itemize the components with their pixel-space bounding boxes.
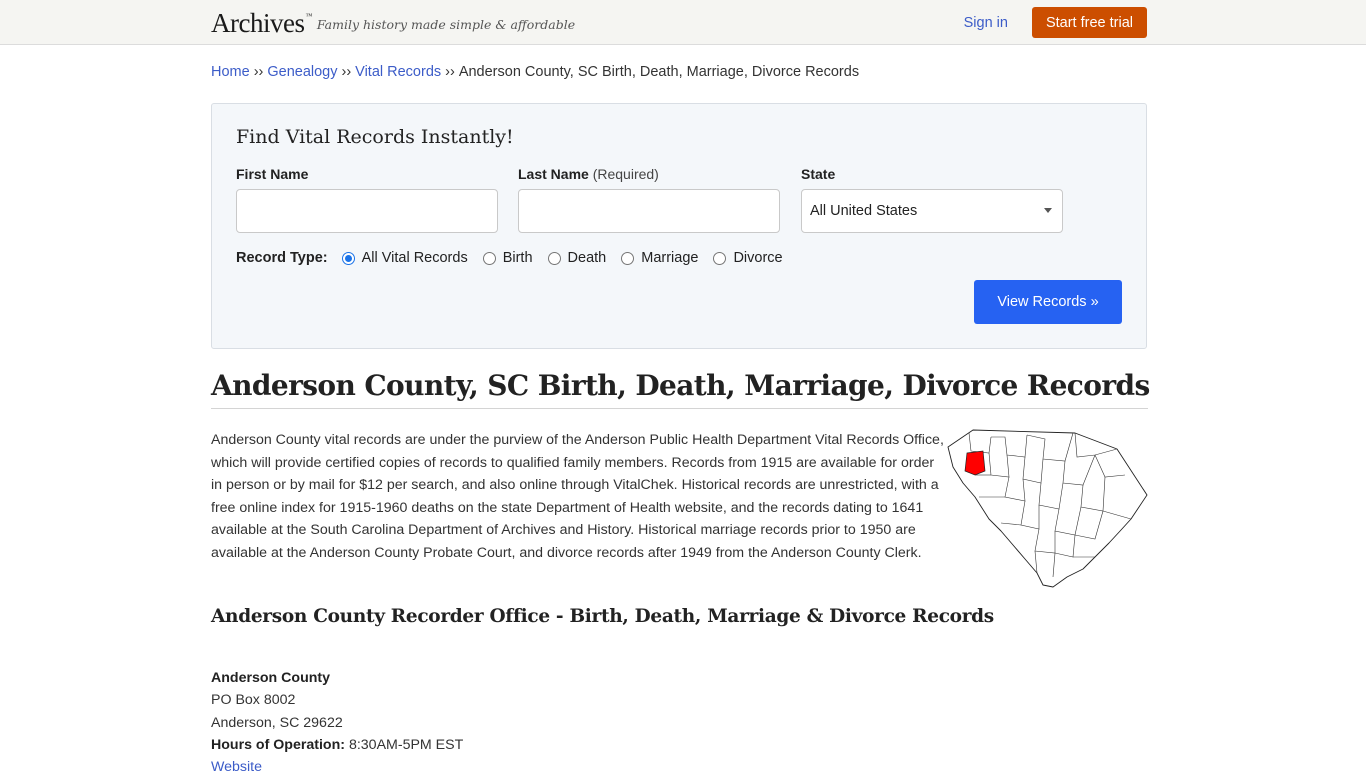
required-note: (Required): [592, 166, 659, 182]
first-name-input[interactable]: [236, 189, 498, 233]
search-title: Find Vital Records Instantly!: [236, 126, 514, 148]
radio-label: Divorce: [733, 250, 783, 266]
state-label: State: [801, 166, 836, 182]
radio-birth[interactable]: Birth: [482, 250, 533, 266]
breadcrumb-current: Anderson County, SC Birth, Death, Marria…: [458, 64, 860, 80]
breadcrumb-home[interactable]: Home: [211, 64, 250, 80]
state-selected-value: All United States: [810, 203, 918, 219]
hours-value: 8:30AM-5PM EST: [348, 736, 464, 753]
intro-paragraph: Anderson County vital records are under …: [211, 432, 944, 561]
office-details: Anderson County PO Box 8002 Anderson, SC…: [211, 667, 1147, 778]
breadcrumb-vital-records[interactable]: Vital Records: [355, 64, 441, 80]
radio-death[interactable]: Death: [547, 250, 607, 266]
radio-label: Death: [567, 250, 607, 266]
last-name-label-text: Last Name: [518, 166, 589, 182]
radio-label: All Vital Records: [361, 250, 468, 266]
state-select[interactable]: All United States: [801, 189, 1063, 233]
start-free-trial-button[interactable]: Start free trial: [1031, 7, 1147, 38]
anderson-county-highlight: [964, 450, 986, 476]
sign-in-link[interactable]: Sign in: [964, 15, 1008, 31]
site-logo[interactable]: Archives™: [211, 10, 312, 37]
last-name-input[interactable]: [518, 189, 780, 233]
radio-marriage[interactable]: Marriage: [621, 250, 698, 266]
breadcrumb-genealogy[interactable]: Genealogy: [267, 64, 337, 80]
trademark-mark: ™: [305, 12, 312, 20]
breadcrumb: Home ›› Genealogy ›› Vital Records ›› Anderson…: [211, 63, 1147, 81]
site-tagline: Family history made simple & affordable: [316, 17, 576, 32]
office-hours: Hours of Operation: 8:30AM-5PM EST: [211, 734, 1147, 756]
record-type-group: Record Type: All Vital Records Birth Dea…: [236, 250, 798, 266]
office-address-line2: Anderson, SC 29622: [211, 714, 343, 731]
search-form: Find Vital Records Instantly! First Name…: [211, 103, 1147, 349]
record-type-label: Record Type:: [236, 250, 328, 266]
office-website-link[interactable]: Website: [211, 759, 262, 775]
recorder-office-heading: Anderson County Recorder Office - Birth,…: [211, 606, 994, 627]
logo-text: Archives: [211, 8, 305, 38]
radio-divorce[interactable]: Divorce: [713, 250, 783, 266]
radio-checked-icon[interactable]: [341, 251, 355, 265]
view-records-button[interactable]: View Records »: [974, 280, 1122, 324]
radio-label: Marriage: [641, 250, 699, 266]
chevron-down-icon: [1044, 208, 1052, 213]
radio-unchecked-icon[interactable]: [713, 251, 727, 265]
breadcrumb-separator: ››: [445, 64, 455, 80]
breadcrumb-separator: ››: [253, 64, 264, 80]
south-carolina-county-map: [947, 429, 1148, 588]
breadcrumb-separator: ››: [341, 64, 352, 80]
first-name-label: First Name: [236, 166, 309, 182]
radio-unchecked-icon[interactable]: [621, 251, 635, 265]
office-address-line1: PO Box 8002: [211, 692, 296, 709]
last-name-label: Last Name (Required): [518, 166, 659, 182]
radio-all-vital-records[interactable]: All Vital Records: [341, 250, 468, 266]
radio-label: Birth: [502, 250, 533, 266]
radio-unchecked-icon[interactable]: [547, 251, 561, 265]
top-navbar: Archives™ Family history made simple & a…: [0, 0, 1366, 45]
page-title: Anderson County, SC Birth, Death, Marria…: [211, 369, 1150, 409]
office-name: Anderson County: [211, 670, 331, 686]
hours-label: Hours of Operation:: [211, 736, 345, 753]
radio-unchecked-icon[interactable]: [482, 251, 496, 265]
